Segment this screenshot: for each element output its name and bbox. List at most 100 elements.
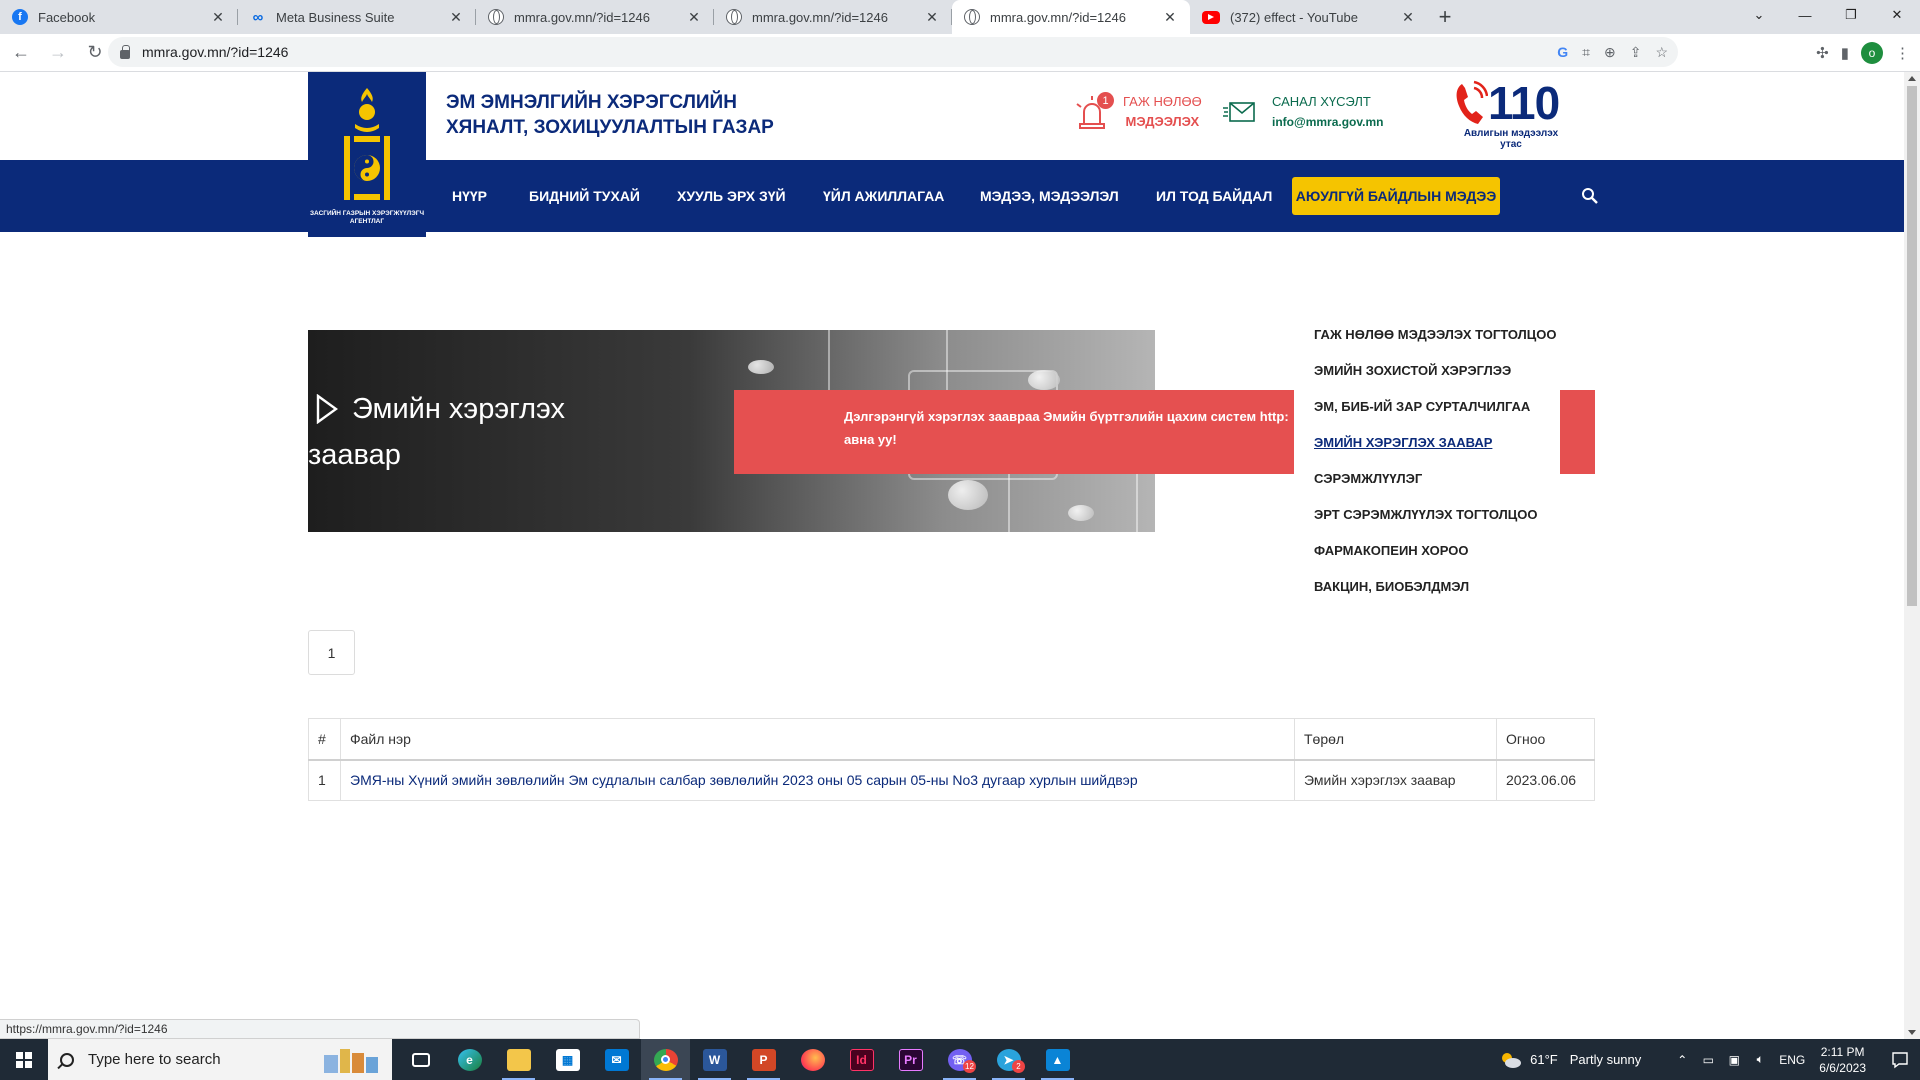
nav-item-news[interactable]: МЭДЭЭ, МЭДЭЭЛЭЛ <box>980 160 1119 232</box>
address-url[interactable]: mmra.gov.mn/?id=1246 <box>142 44 288 60</box>
share-icon[interactable]: ⇪ <box>1630 44 1642 61</box>
weather-widget[interactable]: 61°F Partly sunny <box>1498 1051 1641 1069</box>
browser-tab-strip: f Facebook ✕ ∞ Meta Business Suite ✕ mmr… <box>0 0 1920 34</box>
menu-item-pharmacopoeia[interactable]: ФАРМАКОПЕИН ХОРОО <box>1296 532 1556 568</box>
zoom-icon[interactable]: ⊕ <box>1604 44 1616 61</box>
scroll-down-arrow-icon[interactable] <box>1908 1030 1916 1035</box>
tab-search-chevron-icon[interactable]: ⌄ <box>1736 0 1782 30</box>
meet-now-icon[interactable]: ▭ <box>1697 1053 1719 1067</box>
pagination-page-1[interactable]: 1 <box>308 630 355 675</box>
translate-icon[interactable]: ⌗ <box>1582 44 1590 61</box>
scroll-up-arrow-icon[interactable] <box>1908 76 1916 81</box>
minimize-icon[interactable]: — <box>1782 0 1828 30</box>
nav-item-about[interactable]: БИДНИЙ ТУХАЙ <box>529 160 640 232</box>
side-panel-icon[interactable]: ▮ <box>1841 44 1849 62</box>
nav-item-home[interactable]: НҮҮР <box>452 160 487 232</box>
tab-close-icon[interactable]: ✕ <box>1400 9 1416 26</box>
volume-icon[interactable]: 🔈︎ <box>1749 1052 1771 1067</box>
word-icon[interactable]: W <box>690 1039 739 1080</box>
scrollbar-thumb[interactable] <box>1907 86 1917 606</box>
site-logo[interactable]: ЗАСГИЙН ГАЗРЫН ХЭРЭГЖҮҮЛЭГЧ АГЕНТЛАГ <box>308 72 426 237</box>
nav-safety-news-button[interactable]: АЮУЛГҮЙ БАЙДЛЫН МЭДЭЭ <box>1292 177 1500 215</box>
network-icon[interactable]: ▣ <box>1723 1053 1745 1067</box>
back-arrow-icon[interactable]: ← <box>5 37 37 69</box>
taskbar-search-box[interactable]: Type here to search <box>48 1039 392 1080</box>
menu-kebab-icon[interactable]: ⋮ <box>1895 44 1910 62</box>
viber-icon[interactable]: ☏ 12 <box>935 1039 984 1080</box>
firefox-icon[interactable] <box>788 1039 837 1080</box>
powerpoint-icon[interactable]: P <box>739 1039 788 1080</box>
agency-name-line1: ЭМ ЭМНЭЛГИЙН ХЭРЭГСЛИЙН <box>446 92 737 113</box>
facebook-icon: f <box>12 9 28 25</box>
file-explorer-icon[interactable] <box>494 1039 543 1080</box>
close-window-icon[interactable]: ✕ <box>1874 0 1920 30</box>
forward-arrow-icon[interactable]: → <box>42 37 74 69</box>
safety-news-dropdown-menu: ГАЖ НӨЛӨӨ МЭДЭЭЛЭХ ТОГТОЛЦОО ЭМИЙН ЗОХИС… <box>1296 316 1556 604</box>
nav-item-activities[interactable]: ҮЙЛ АЖИЛЛАГАА <box>823 160 944 232</box>
menu-item-adverse-effect-system[interactable]: ГАЖ НӨЛӨӨ МЭДЭЭЛЭХ ТОГТОЛЦОО <box>1296 316 1556 352</box>
edge-icon[interactable]: e <box>445 1039 494 1080</box>
extensions-puzzle-icon[interactable]: ✣ <box>1816 44 1829 62</box>
indesign-icon[interactable]: Id <box>837 1039 886 1080</box>
profile-avatar[interactable]: o <box>1861 42 1883 64</box>
task-view-icon[interactable] <box>396 1039 445 1080</box>
tab-title: mmra.gov.mn/?id=1246 <box>514 9 650 25</box>
browser-toolbar: ← → ↻ mmra.gov.mn/?id=1246 G ⌗ ⊕ ⇪ ☆ ✣ ▮… <box>0 34 1920 72</box>
clock[interactable]: 2:11 PM 6/6/2023 <box>1819 1044 1866 1076</box>
browser-tab-mmra-active[interactable]: mmra.gov.mn/?id=1246 ✕ <box>952 0 1190 34</box>
notice-line2: авна уу! <box>844 432 897 447</box>
menu-item-advertising[interactable]: ЭМ, БИБ-ИЙ ЗАР СУРТАЛЧИЛГАА <box>1296 388 1556 424</box>
browser-tab-facebook[interactable]: f Facebook ✕ <box>0 0 238 34</box>
browser-tab-mmra-2[interactable]: mmra.gov.mn/?id=1246 ✕ <box>714 0 952 34</box>
tab-close-icon[interactable]: ✕ <box>448 9 464 26</box>
input-language[interactable]: ENG <box>1775 1053 1809 1067</box>
window-controls: ⌄ — ❐ ✕ <box>1736 0 1920 30</box>
page-scrollbar[interactable] <box>1904 72 1920 1039</box>
chrome-icon[interactable] <box>641 1039 690 1080</box>
menu-item-vaccines[interactable]: ВАКЦИН, БИОБЭЛДМЭЛ <box>1296 568 1556 604</box>
browser-tab-youtube[interactable]: (372) effect - YouTube ✕ <box>1190 0 1428 34</box>
tab-close-icon[interactable]: ✕ <box>686 9 702 26</box>
menu-item-early-warning[interactable]: ЭРТ СЭРЭМЖЛҮҮЛЭХ ТОГТОЛЦОО <box>1296 496 1556 532</box>
browser-tab-meta[interactable]: ∞ Meta Business Suite ✕ <box>238 0 476 34</box>
feedback-email[interactable]: info@mmra.gov.mn <box>1272 112 1384 132</box>
adverse-effect-report-link[interactable]: 1 ГАЖ НӨЛӨӨ МЭДЭЭЛЭХ <box>1075 92 1202 132</box>
photos-icon[interactable]: ▲ <box>1033 1039 1082 1080</box>
nav-item-transparency[interactable]: ИЛ ТОД БАЙДАЛ <box>1156 160 1272 232</box>
notification-center-icon[interactable] <box>1880 1039 1920 1080</box>
start-button[interactable] <box>0 1039 48 1080</box>
mail-icon[interactable]: ✉ <box>592 1039 641 1080</box>
page-title: Эмийн хэрэглэх заавар <box>308 393 565 471</box>
premiere-icon[interactable]: Pr <box>886 1039 935 1080</box>
instructions-notice: Дэлгэрэнгүй хэрэглэх заавраа Эмийн бүртг… <box>734 390 1294 474</box>
feedback-link[interactable]: САНАЛ ХҮСЭЛТ info@mmra.gov.mn <box>1222 92 1384 132</box>
hotline-number: 110 <box>1488 77 1560 129</box>
google-lens-icon[interactable]: G <box>1557 44 1568 60</box>
telegram-icon[interactable]: ➤ 2 <box>984 1039 1033 1080</box>
search-icon[interactable] <box>1580 186 1600 206</box>
store-icon[interactable]: ▦ <box>543 1039 592 1080</box>
agency-name[interactable]: ЭМ ЭМНЭЛГИЙН ХЭРЭГСЛИЙН ХЯНАЛТ, ЗОХИЦУУЛ… <box>446 90 774 140</box>
search-highlight-illustration-icon <box>324 1049 378 1073</box>
tab-close-icon[interactable]: ✕ <box>1162 9 1178 26</box>
main-navigation: НҮҮР БИДНИЙ ТУХАЙ ХУУЛЬ ЭРХ ЗҮЙ ҮЙЛ АЖИЛ… <box>0 160 1904 232</box>
menu-item-rational-use[interactable]: ЭМИЙН ЗОХИСТОЙ ХЭРЭГЛЭЭ <box>1296 352 1556 388</box>
restore-icon[interactable]: ❐ <box>1828 0 1874 30</box>
feedback-title: САНАЛ ХҮСЭЛТ <box>1272 94 1371 109</box>
menu-item-warnings[interactable]: СЭРЭМЖЛҮҮЛЭГ <box>1296 460 1556 496</box>
nav-item-law[interactable]: ХУУЛЬ ЭРХ ЗҮЙ <box>677 160 786 232</box>
omnibox-icons: G ⌗ ⊕ ⇪ ☆ <box>1557 37 1668 67</box>
tray-chevron-up-icon[interactable]: ⌃ <box>1671 1053 1693 1067</box>
address-bar[interactable]: mmra.gov.mn/?id=1246 G ⌗ ⊕ ⇪ ☆ <box>108 37 1678 67</box>
bookmark-star-icon[interactable]: ☆ <box>1655 44 1668 61</box>
lock-icon[interactable] <box>120 44 130 59</box>
cell-file-link[interactable]: ЭМЯ-ны Хүний эмийн зөвлөлийн Эм судлалын… <box>340 759 1295 801</box>
menu-item-usage-instructions[interactable]: ЭМИЙН ХЭРЭГЛЭХ ЗААВАР <box>1296 424 1556 460</box>
browser-tab-mmra-1[interactable]: mmra.gov.mn/?id=1246 ✕ <box>476 0 714 34</box>
new-tab-plus-icon[interactable]: + <box>1428 0 1462 34</box>
anti-corruption-hotline[interactable]: 110 Авлигын мэдээлэх утас <box>1452 77 1572 150</box>
tab-title: Meta Business Suite <box>276 9 395 25</box>
reload-icon[interactable]: ↻ <box>79 37 111 69</box>
tab-close-icon[interactable]: ✕ <box>924 9 940 26</box>
tab-close-icon[interactable]: ✕ <box>210 9 226 26</box>
